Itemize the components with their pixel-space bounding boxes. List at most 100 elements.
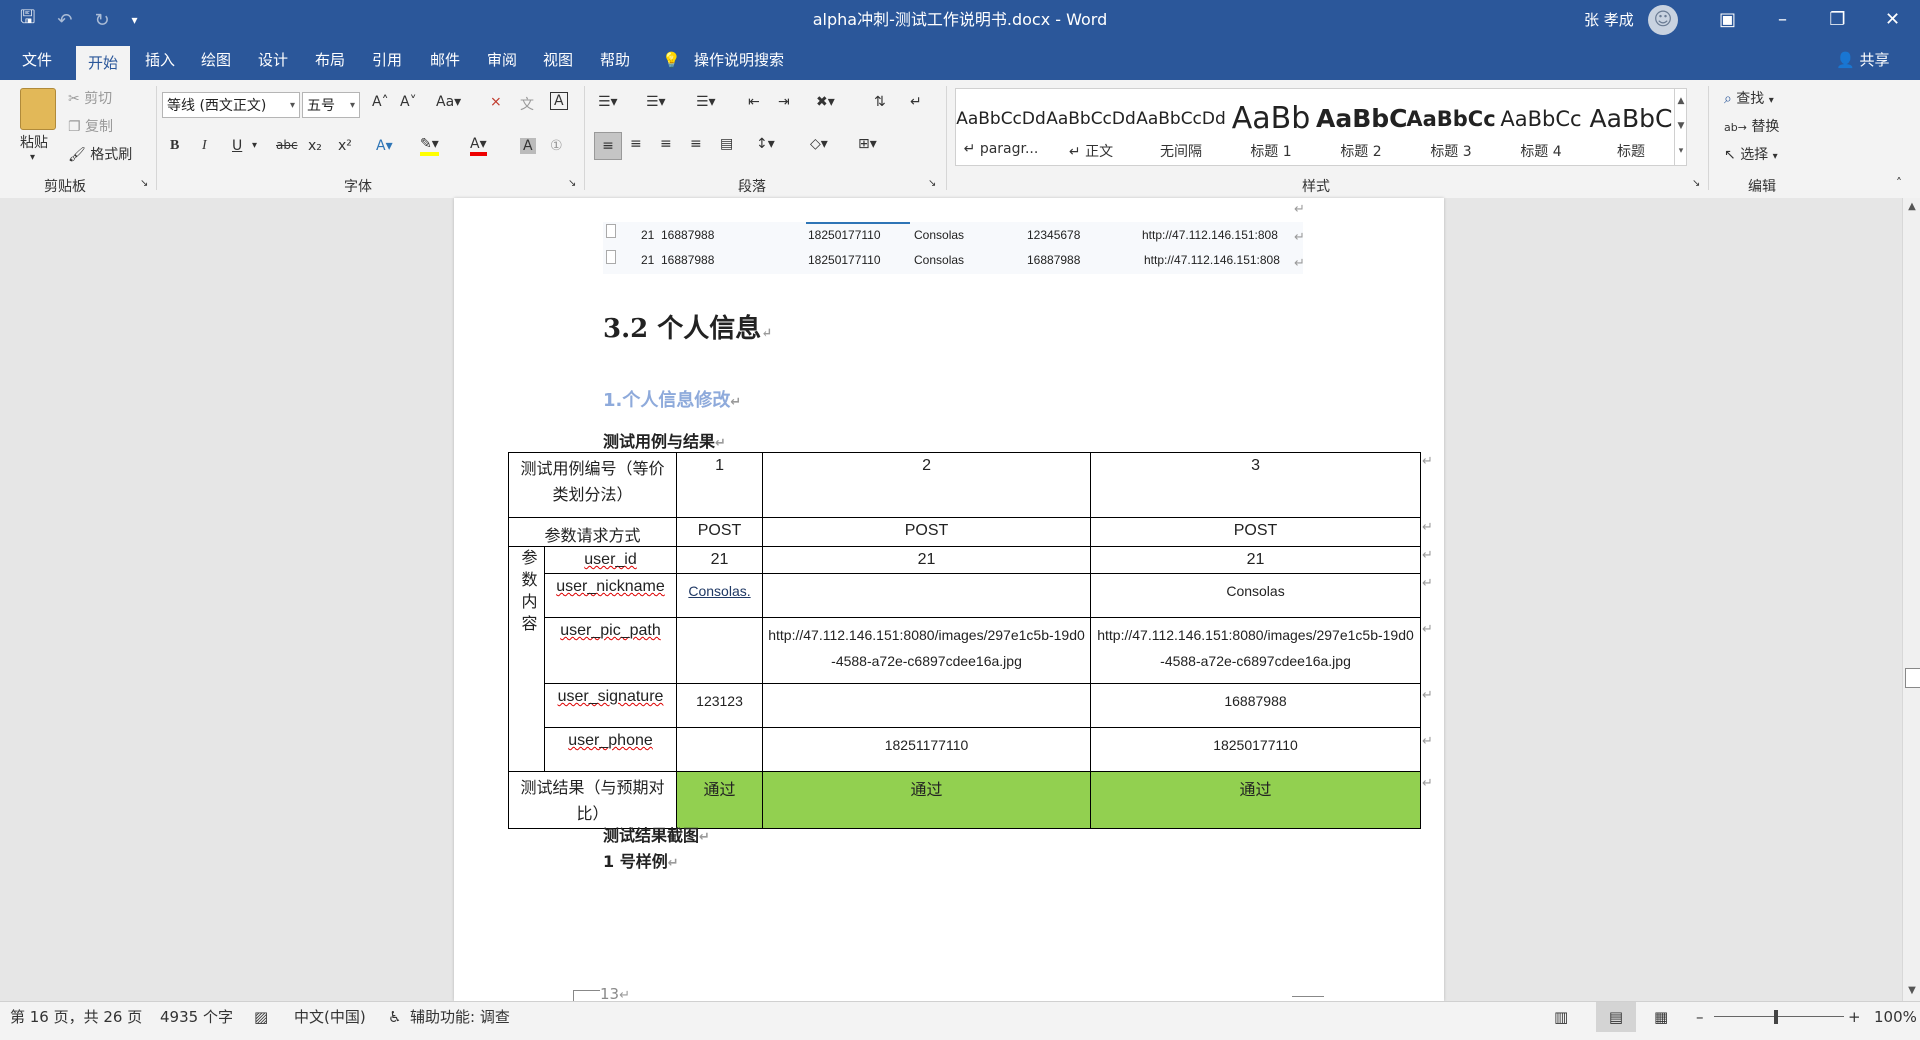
paragraph-launcher-icon[interactable]: ↘ — [928, 178, 936, 189]
vertical-scrollbar[interactable]: ▲ ▼ — [1902, 198, 1920, 1001]
align-left-icon[interactable]: ≡ — [594, 132, 622, 160]
user-name[interactable]: 张 孝成 — [1584, 0, 1634, 40]
select-button[interactable]: ↖ 选择 ▾ — [1724, 144, 1778, 164]
tab-help[interactable]: 帮助 — [600, 40, 630, 80]
distributed-icon[interactable]: ▤ — [720, 136, 733, 152]
zoom-out-icon[interactable]: – — [1696, 1002, 1704, 1032]
bullets-icon[interactable]: ☰▾ — [598, 94, 618, 110]
grow-font-icon[interactable]: A˄ — [372, 94, 389, 110]
change-case-icon[interactable]: Aa▾ — [436, 94, 461, 110]
style-no-spacing[interactable]: AaBbCcDd 无间隔 — [1136, 89, 1226, 165]
bold-icon[interactable]: B — [170, 138, 179, 154]
tab-draw[interactable]: 绘图 — [201, 40, 231, 80]
superscript-icon[interactable]: x² — [338, 138, 352, 154]
scroll-thumb[interactable] — [1905, 668, 1920, 688]
zoom-level[interactable]: 100% — [1874, 1002, 1917, 1032]
clear-format-icon[interactable]: ⨯ — [490, 94, 502, 110]
clipboard-launcher-icon[interactable]: ↘ — [140, 178, 148, 189]
accessibility-icon[interactable]: ♿ — [388, 1002, 401, 1032]
cut-button[interactable]: ✂ 剪切 — [68, 88, 112, 108]
style-title[interactable]: AaBbC 标题 — [1586, 89, 1676, 165]
redo-icon[interactable]: ↻ — [94, 10, 109, 31]
subscript-icon[interactable]: x₂ — [308, 138, 322, 154]
collapse-ribbon-icon[interactable]: ˄ — [1896, 176, 1902, 190]
scroll-down-icon[interactable]: ▼ — [1903, 982, 1920, 1000]
language[interactable]: 中文(中国) — [294, 1002, 366, 1032]
zoom-slider[interactable] — [1714, 1016, 1844, 1017]
show-marks-icon[interactable]: ↵ — [910, 94, 922, 110]
accessibility-status[interactable]: 辅助功能: 调查 — [410, 1002, 510, 1032]
style-heading-1[interactable]: AaBb 标题 1 — [1226, 89, 1316, 165]
scroll-up-icon[interactable]: ▲ — [1903, 198, 1920, 216]
tab-file[interactable]: 文件 — [22, 40, 52, 80]
tab-design[interactable]: 设计 — [258, 40, 288, 80]
line-spacing-icon[interactable]: ↕▾ — [756, 136, 775, 152]
find-button[interactable]: ⌕ 查找 ▾ — [1724, 88, 1774, 108]
shrink-font-icon[interactable]: A˅ — [400, 94, 417, 110]
customize-icon[interactable]: ▾ — [132, 13, 138, 27]
web-layout-icon[interactable]: ▦ — [1654, 1002, 1668, 1032]
underline-icon[interactable]: U — [232, 138, 242, 154]
increase-indent-icon[interactable]: ⇥ — [778, 94, 790, 110]
format-painter-button[interactable]: 🖌 格式刷 — [68, 144, 132, 164]
replace-button[interactable]: ab→ 替换 — [1724, 116, 1779, 136]
borders-icon[interactable]: ⊞▾ — [858, 136, 877, 152]
close-icon[interactable]: ✕ — [1865, 0, 1920, 40]
chevron-down-icon[interactable]: ▾ — [252, 140, 257, 151]
styles-launcher-icon[interactable]: ↘ — [1692, 178, 1700, 189]
highlight-icon[interactable]: ✎▾ — [420, 136, 439, 156]
restore-icon[interactable]: ❐ — [1810, 0, 1865, 40]
style-heading-3[interactable]: AaBbCc 标题 3 — [1406, 89, 1496, 165]
paste-button[interactable]: 粘贴 — [20, 132, 48, 152]
tab-review[interactable]: 审阅 — [487, 40, 517, 80]
text-effects-icon[interactable]: A▾ — [376, 138, 393, 154]
multilevel-list-icon[interactable]: ☰▾ — [696, 94, 716, 110]
tab-layout[interactable]: 布局 — [315, 40, 345, 80]
style-heading-4[interactable]: AaBbCc 标题 4 — [1496, 89, 1586, 165]
share-button[interactable]: 👤 共享 — [1836, 40, 1889, 80]
sort-icon[interactable]: ⇅ — [874, 94, 886, 110]
justify-icon[interactable]: ≡ — [690, 136, 702, 152]
phonetic-guide-icon[interactable]: 文 — [520, 94, 534, 114]
tab-view[interactable]: 视图 — [543, 40, 573, 80]
tab-home[interactable]: 开始 — [76, 46, 131, 80]
style-normal[interactable]: AaBbCcDd ↵ 正文 — [1046, 89, 1136, 165]
char-shading-icon[interactable]: A — [520, 138, 536, 154]
avatar[interactable]: ☺ — [1648, 5, 1678, 35]
style-paragraph[interactable]: AaBbCcDd ↵ paragr... — [956, 89, 1046, 165]
paste-dropdown-icon[interactable]: ▾ — [30, 152, 35, 163]
font-launcher-icon[interactable]: ↘ — [568, 178, 576, 189]
numbering-icon[interactable]: ☰▾ — [646, 94, 666, 110]
tab-references[interactable]: 引用 — [372, 40, 402, 80]
undo-icon[interactable]: ↶ — [57, 10, 72, 31]
read-mode-icon[interactable]: ▥ — [1554, 1002, 1568, 1032]
font-name-combo[interactable]: 等线 (西文正文) ▾ — [162, 92, 300, 118]
align-right-icon[interactable]: ≡ — [660, 136, 672, 152]
tab-mailings[interactable]: 邮件 — [430, 40, 460, 80]
save-icon[interactable]: 🖫 — [20, 5, 35, 35]
word-count[interactable]: 4935 个字 — [160, 1002, 233, 1032]
char-border-icon[interactable]: A — [550, 92, 568, 110]
page-info[interactable]: 第 16 页，共 26 页 — [10, 1002, 142, 1032]
styles-scroll[interactable]: ▲ ▼ ▾ — [1674, 89, 1687, 165]
enclose-char-icon[interactable]: ① — [550, 138, 563, 154]
asian-layout-icon[interactable]: ✖▾ — [816, 94, 835, 110]
style-heading-2[interactable]: AaBbC 标题 2 — [1316, 89, 1406, 165]
align-center-icon[interactable]: ≡ — [630, 136, 642, 152]
tell-me-search[interactable]: 操作说明搜索 — [694, 40, 784, 80]
strikethrough-icon[interactable]: abc — [276, 138, 298, 152]
decrease-indent-icon[interactable]: ⇤ — [748, 94, 760, 110]
proofing-icon[interactable]: ▨ — [254, 1002, 268, 1032]
font-color-icon[interactable]: A▾ — [470, 136, 487, 156]
print-layout-icon[interactable]: ▤ — [1596, 1002, 1636, 1032]
separator — [584, 86, 585, 190]
italic-icon[interactable]: I — [202, 138, 207, 154]
font-size-combo[interactable]: 五号 ▾ — [302, 92, 360, 118]
copy-button[interactable]: ❐ 复制 — [68, 116, 113, 136]
zoom-in-icon[interactable]: + — [1848, 1002, 1861, 1032]
shading-icon[interactable]: ◇▾ — [810, 136, 828, 152]
zoom-slider-thumb[interactable] — [1774, 1010, 1778, 1024]
tab-insert[interactable]: 插入 — [145, 40, 175, 80]
minimize-icon[interactable]: – — [1755, 0, 1810, 40]
ribbon-display-icon[interactable]: ▣ — [1700, 0, 1755, 40]
